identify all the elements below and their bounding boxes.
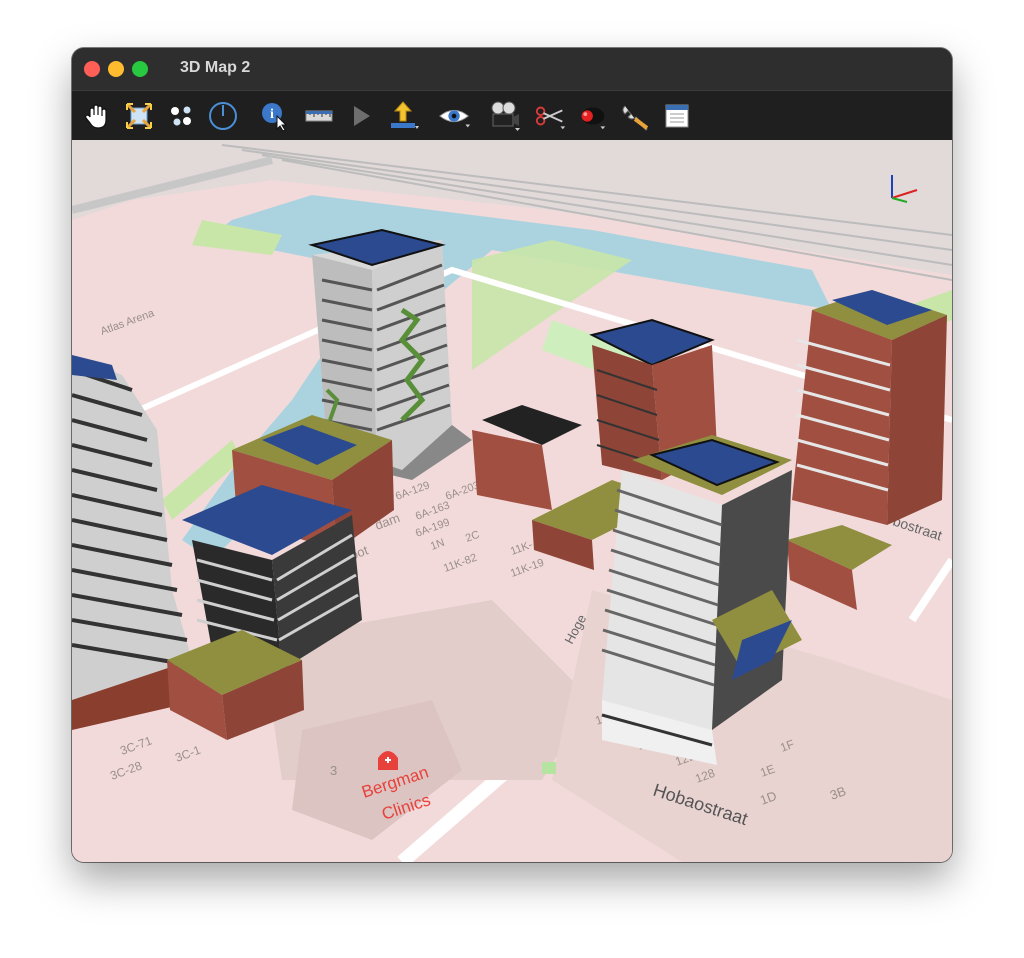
map-viewport[interactable]: Atlas Arena Hobaostraat Hoge bostraat 3 … xyxy=(72,140,952,862)
pan-hand-icon[interactable] xyxy=(80,99,114,133)
play-icon[interactable] xyxy=(344,99,378,133)
label-3: 3 xyxy=(330,763,337,778)
title-bar: 3D Map 2 xyxy=(72,48,952,90)
identify-icon[interactable]: i xyxy=(258,99,292,133)
maximize-button[interactable] xyxy=(132,61,148,77)
light-icon[interactable] xyxy=(574,99,608,133)
measure-ruler-icon[interactable] xyxy=(302,99,336,133)
wrench-icon[interactable] xyxy=(618,99,652,133)
close-button[interactable] xyxy=(84,61,100,77)
map-3d-scene[interactable]: Atlas Arena Hobaostraat Hoge bostraat 3 … xyxy=(72,140,952,862)
select-points-icon[interactable] xyxy=(164,99,198,133)
compass-icon[interactable] xyxy=(206,99,240,133)
zoom-extent-icon[interactable] xyxy=(122,99,156,133)
clip-icon[interactable] xyxy=(534,99,568,133)
camera-icon[interactable] xyxy=(488,99,522,133)
panel-icon[interactable] xyxy=(660,99,694,133)
app-window: 3D Map 2 i Atlas Arena Hobaostraat Hoge … xyxy=(72,48,952,862)
eye-icon[interactable] xyxy=(438,99,472,133)
export-icon[interactable] xyxy=(386,99,420,133)
minimize-button[interactable] xyxy=(108,61,124,77)
toolbar: i xyxy=(72,90,952,141)
window-title: 3D Map 2 xyxy=(180,59,251,76)
svg-text:i: i xyxy=(270,107,274,122)
